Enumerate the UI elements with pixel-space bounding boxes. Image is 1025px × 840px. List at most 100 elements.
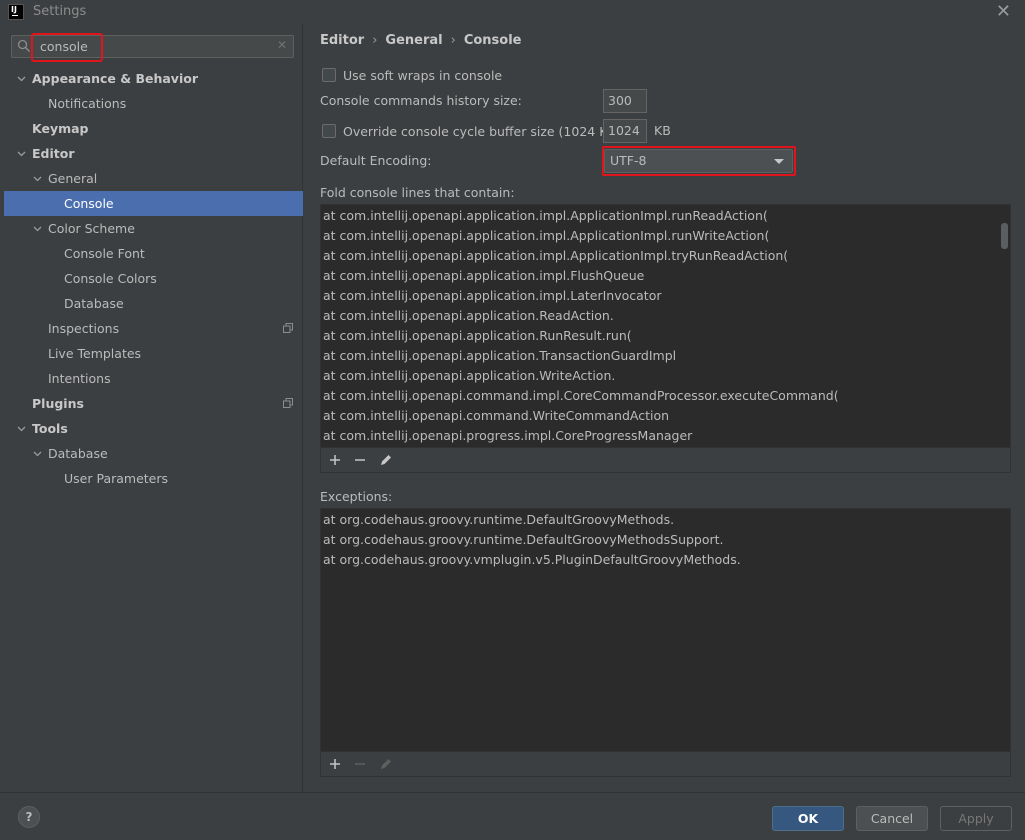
exceptions-list-toolbar xyxy=(321,751,1010,776)
search-icon xyxy=(17,39,30,52)
sidebar-item-tools[interactable]: Tools xyxy=(0,416,303,441)
sidebar-item-intentions[interactable]: Intentions xyxy=(0,366,303,391)
chevron-down-icon[interactable] xyxy=(17,74,26,83)
breadcrumb-editor[interactable]: Editor xyxy=(320,33,364,48)
sidebar-item-label: Live Templates xyxy=(48,346,142,361)
soft-wraps-label: Use soft wraps in console xyxy=(343,68,503,83)
fold-pattern-row[interactable]: at com.intellij.openapi.application.Tran… xyxy=(323,346,676,366)
fold-pattern-row[interactable]: at com.intellij.openapi.application.impl… xyxy=(323,226,769,246)
sidebar-item-console[interactable]: Console xyxy=(4,191,303,216)
sidebar-item-database[interactable]: Database xyxy=(0,441,303,466)
chevron-down-icon[interactable] xyxy=(17,424,26,433)
intellij-logo-icon: IJ xyxy=(8,4,24,20)
buffer-unit-label: KB xyxy=(654,123,671,138)
settings-sidebar: ✕ Appearance & Behavior Notifications Keym… xyxy=(0,24,303,792)
window-title: Settings xyxy=(33,4,87,19)
console-settings-panel: Editor › General › Console Use soft wraps in… xyxy=(304,24,1025,792)
sidebar-item-label: Appearance & Behavior xyxy=(32,71,198,86)
fold-pattern-row[interactable]: at com.intellij.openapi.application.impl… xyxy=(323,286,661,306)
soft-wraps-checkbox[interactable] xyxy=(322,68,336,82)
sidebar-item-console-colors[interactable]: Console Colors xyxy=(0,266,303,291)
remove-icon[interactable] xyxy=(351,451,369,469)
sidebar-item-inspections[interactable]: Inspections xyxy=(0,316,303,341)
fold-list-toolbar xyxy=(321,447,1010,472)
history-size-field[interactable]: 300 xyxy=(603,89,647,113)
sidebar-item-label: Keymap xyxy=(32,121,89,136)
chevron-down-icon[interactable] xyxy=(33,224,42,233)
add-icon[interactable] xyxy=(326,451,344,469)
fold-pattern-row[interactable]: at com.intellij.openapi.application.RunR… xyxy=(323,326,632,346)
breadcrumb-console: Console xyxy=(463,33,522,48)
fold-pattern-row[interactable]: at com.intellij.openapi.application.impl… xyxy=(323,206,768,226)
search-box[interactable]: ✕ xyxy=(11,35,294,58)
sidebar-item-label: User Parameters xyxy=(64,471,169,486)
override-buffer-label: Override console cycle buffer size (1024… xyxy=(343,124,621,139)
breadcrumb-separator-icon: › xyxy=(450,33,456,48)
chevron-down-icon[interactable] xyxy=(17,149,26,158)
fold-pattern-row[interactable]: at com.intellij.openapi.application.Read… xyxy=(323,306,614,326)
exception-pattern-row[interactable]: at org.codehaus.groovy.vmplugin.v5.Plugi… xyxy=(323,550,741,570)
sidebar-item-plugins[interactable]: Plugins xyxy=(0,391,303,416)
fold-lines-label: Fold console lines that contain: xyxy=(320,185,515,200)
apply-button: Apply xyxy=(940,806,1012,831)
sidebar-item-database[interactable]: Database xyxy=(0,291,303,316)
search-input[interactable] xyxy=(40,37,270,56)
exceptions-list[interactable]: at org.codehaus.groovy.runtime.DefaultGr… xyxy=(320,508,1011,777)
sidebar-item-label: Database xyxy=(48,446,108,461)
dialog-footer: ? OK Cancel Apply xyxy=(0,792,1025,840)
sidebar-item-label: Tools xyxy=(32,421,68,436)
edit-icon[interactable] xyxy=(377,451,395,469)
sidebar-item-keymap[interactable]: Keymap xyxy=(0,116,303,141)
project-settings-icon xyxy=(283,323,293,333)
sidebar-item-label: Intentions xyxy=(48,371,111,386)
fold-pattern-row[interactable]: at com.intellij.openapi.progress.impl.Co… xyxy=(323,426,692,446)
title-bar: IJ Settings ✕ xyxy=(0,0,1025,24)
fold-pattern-row[interactable]: at com.intellij.openapi.command.WriteCom… xyxy=(323,406,669,426)
sidebar-item-live-templates[interactable]: Live Templates xyxy=(0,341,303,366)
sidebar-item-label: Plugins xyxy=(32,396,84,411)
encoding-value: UTF-8 xyxy=(610,153,647,168)
clear-search-icon[interactable]: ✕ xyxy=(277,38,287,52)
chevron-down-icon[interactable] xyxy=(33,449,42,458)
fold-list-scrollbar[interactable] xyxy=(1001,223,1008,249)
edit-icon xyxy=(381,759,391,769)
sidebar-item-label: Console Font xyxy=(64,246,145,261)
override-buffer-checkbox[interactable] xyxy=(322,124,336,138)
breadcrumb-general[interactable]: General xyxy=(385,33,442,48)
help-button[interactable]: ? xyxy=(18,806,40,828)
remove-icon xyxy=(355,763,365,765)
sidebar-item-label: General xyxy=(48,171,98,186)
sidebar-item-appearance-behavior[interactable]: Appearance & Behavior xyxy=(0,66,303,91)
cancel-button[interactable]: Cancel xyxy=(856,806,928,831)
sidebar-item-user-parameters[interactable]: User Parameters xyxy=(0,466,303,491)
history-size-label: Console commands history size: xyxy=(320,93,522,108)
sidebar-item-label: Inspections xyxy=(48,321,120,336)
project-settings-icon xyxy=(283,398,293,408)
fold-pattern-row[interactable]: at com.intellij.openapi.application.impl… xyxy=(323,266,644,286)
fold-pattern-row[interactable]: at com.intellij.openapi.application.impl… xyxy=(323,246,788,266)
breadcrumb: Editor › General › Console xyxy=(320,33,521,48)
add-icon[interactable] xyxy=(326,755,344,773)
sidebar-item-label: Console Colors xyxy=(64,271,157,286)
ok-button[interactable]: OK xyxy=(772,806,844,831)
exception-pattern-row[interactable]: at org.codehaus.groovy.runtime.DefaultGr… xyxy=(323,530,724,550)
chevron-down-icon[interactable] xyxy=(33,174,42,183)
buffer-size-field[interactable]: 1024 xyxy=(603,119,647,143)
fold-pattern-row[interactable]: at com.intellij.openapi.command.impl.Cor… xyxy=(323,386,839,406)
sidebar-item-editor[interactable]: Editor xyxy=(0,141,303,166)
sidebar-item-label: Color Scheme xyxy=(48,221,135,236)
sidebar-item-general[interactable]: General xyxy=(0,166,303,191)
default-encoding-select[interactable]: UTF-8 xyxy=(604,149,793,173)
sidebar-item-label: Notifications xyxy=(48,96,127,111)
sidebar-item-console-font[interactable]: Console Font xyxy=(0,241,303,266)
breadcrumb-separator-icon: › xyxy=(372,33,378,48)
sidebar-item-label: Editor xyxy=(32,146,75,161)
sidebar-item-color-scheme[interactable]: Color Scheme xyxy=(0,216,303,241)
settings-tree: Appearance & Behavior Notifications Keymap… xyxy=(0,66,303,491)
exception-pattern-row[interactable]: at org.codehaus.groovy.runtime.DefaultGr… xyxy=(323,510,674,530)
sidebar-item-notifications[interactable]: Notifications xyxy=(0,91,303,116)
close-icon[interactable]: ✕ xyxy=(996,1,1011,22)
fold-lines-list[interactable]: at com.intellij.openapi.application.impl… xyxy=(320,204,1011,473)
exceptions-label: Exceptions: xyxy=(320,489,393,504)
fold-pattern-row[interactable]: at com.intellij.openapi.application.Writ… xyxy=(323,366,615,386)
